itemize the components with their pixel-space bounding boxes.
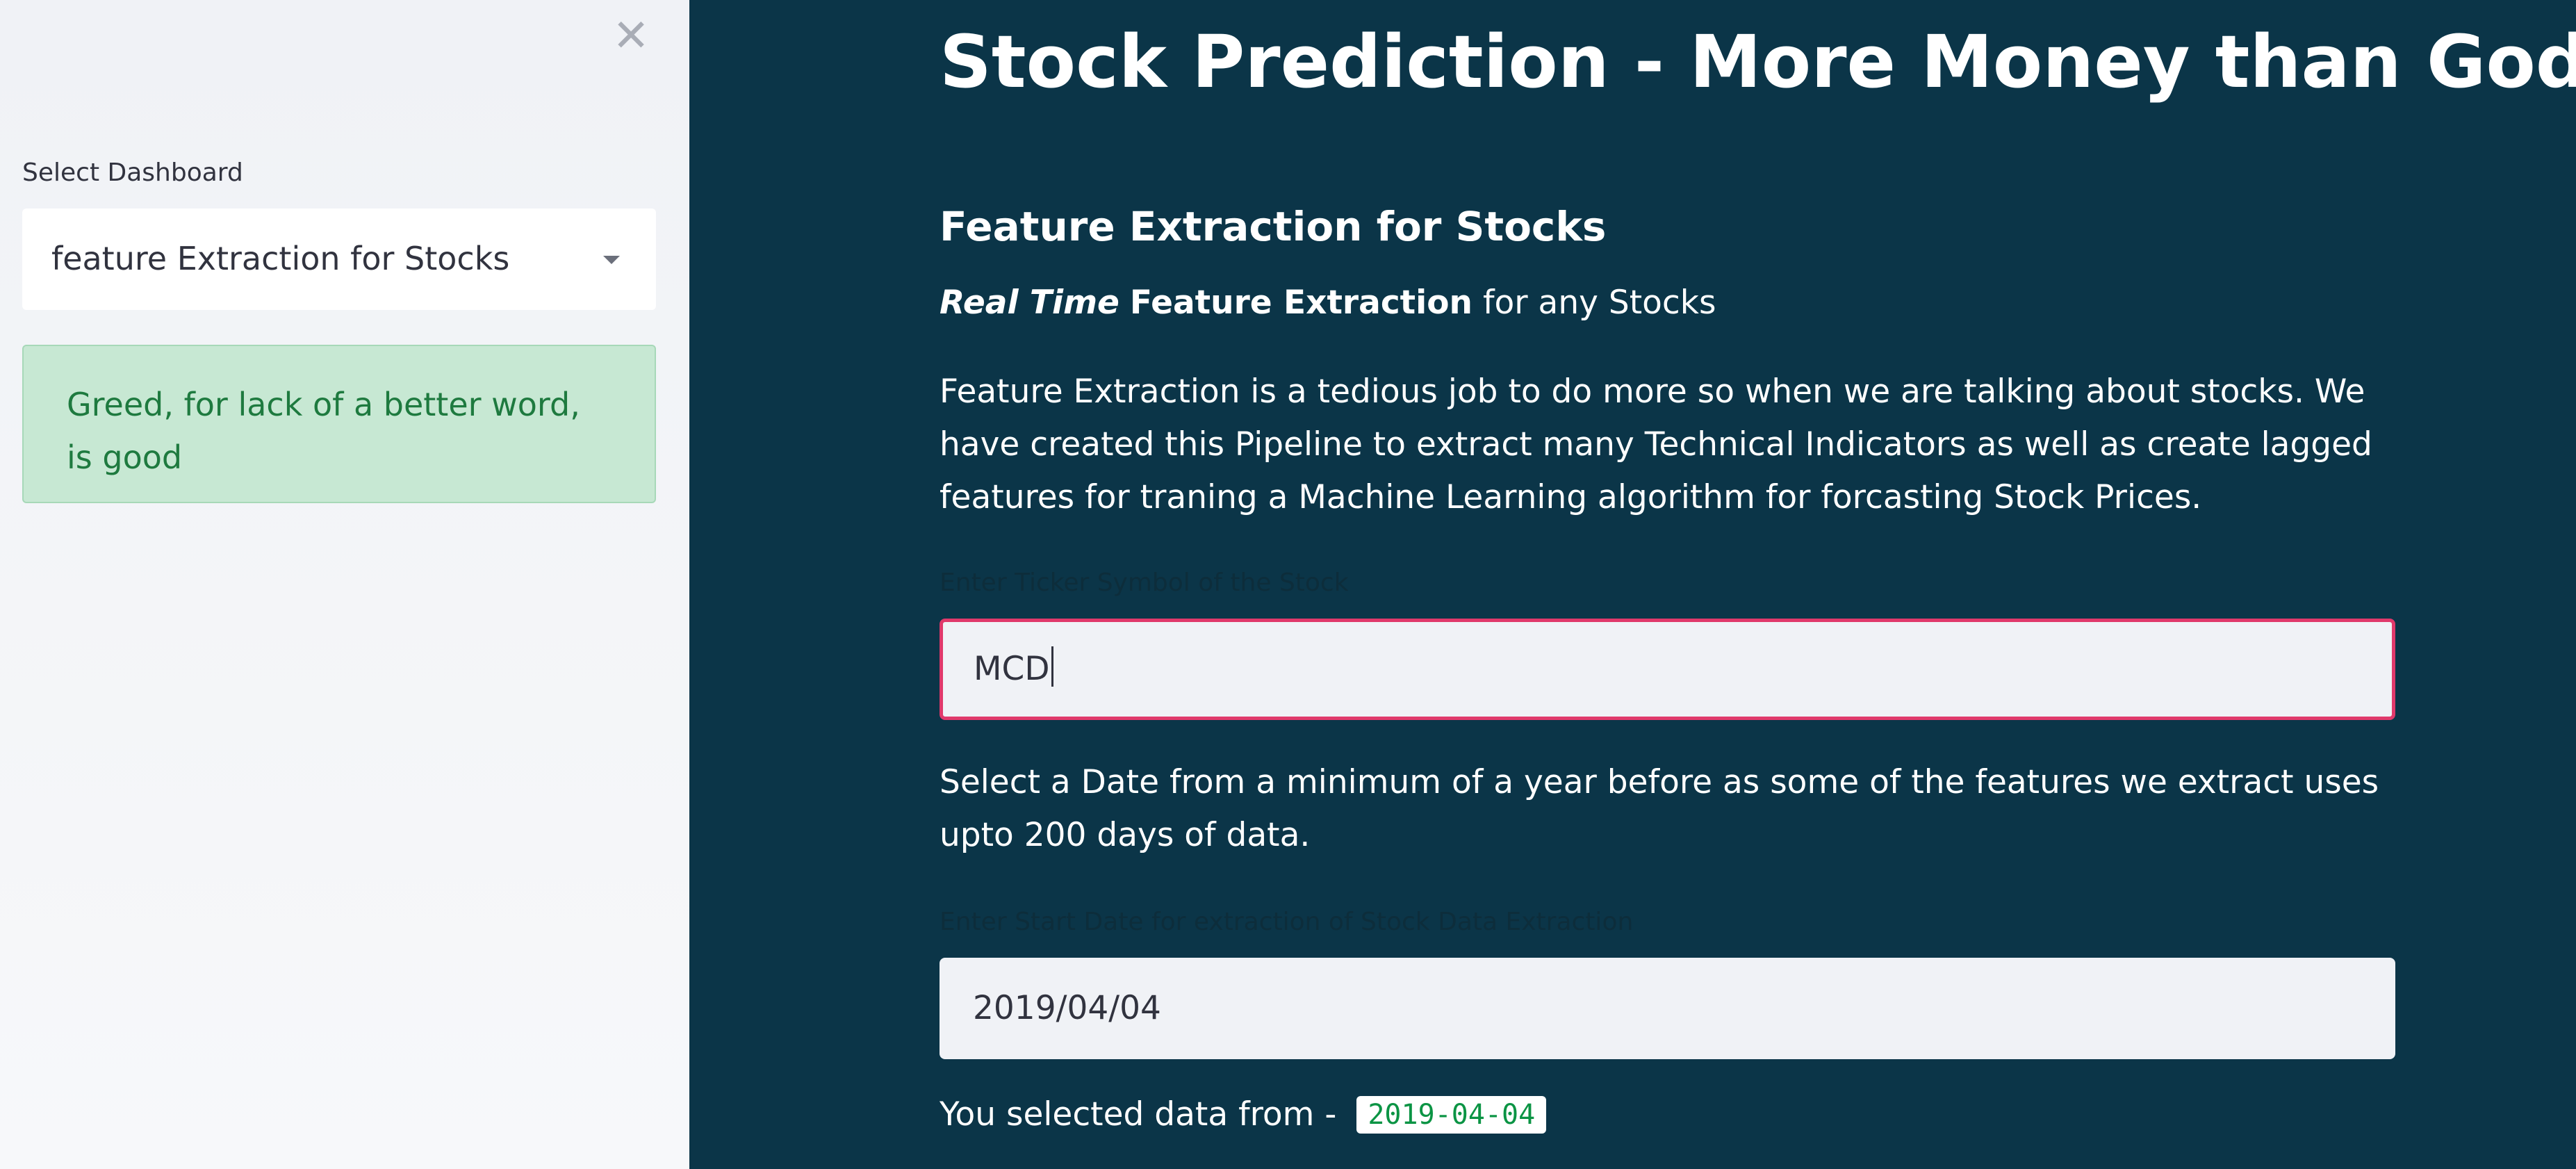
select-dashboard-label: Select Dashboard bbox=[22, 158, 243, 187]
app-window: ✕ Select Dashboard feature Extraction fo… bbox=[0, 0, 2576, 1169]
success-alert-text: Greed, for lack of a better word, is goo… bbox=[67, 386, 580, 476]
text-cursor bbox=[1051, 646, 1053, 687]
tagline-rest: for any Stocks bbox=[1482, 284, 1716, 322]
start-date-value: 2019/04/04 bbox=[973, 989, 1161, 1027]
page-title: Stock Prediction - More Money than God! bbox=[940, 19, 2576, 104]
close-icon[interactable]: ✕ bbox=[612, 14, 650, 58]
date-input-label: Enter Start Date for extraction of Stock… bbox=[940, 908, 1634, 936]
date-note: Select a Date from a minimum of a year b… bbox=[940, 763, 2379, 854]
tagline: Real Time Feature Extraction for any Sto… bbox=[940, 284, 1716, 322]
section-subheader: Feature Extraction for Stocks bbox=[940, 203, 1607, 250]
dashboard-select[interactable]: feature Extraction for Stocks bbox=[22, 209, 656, 310]
ticker-input[interactable]: MCD bbox=[940, 619, 2395, 720]
intro-paragraph: Feature Extraction is a tedious job to d… bbox=[940, 373, 2372, 516]
tagline-feature-extraction: Feature Extraction bbox=[1129, 284, 1473, 322]
success-alert: Greed, for lack of a better word, is goo… bbox=[22, 345, 656, 503]
start-date-input[interactable]: 2019/04/04 bbox=[940, 958, 2395, 1059]
dashboard-select-value: feature Extraction for Stocks bbox=[51, 240, 510, 277]
ticker-input-label: Enter Ticker Symbol of the Stock bbox=[940, 569, 1349, 597]
sidebar: ✕ Select Dashboard feature Extraction fo… bbox=[0, 0, 689, 1169]
selected-date-line: You selected data from - 2019-04-04 bbox=[940, 1095, 1547, 1135]
selected-date-prefix: You selected data from - bbox=[940, 1095, 1337, 1134]
selected-date-code: 2019-04-04 bbox=[1356, 1096, 1547, 1134]
tagline-realtime: Real Time bbox=[940, 284, 1119, 322]
chevron-down-icon bbox=[603, 256, 620, 264]
ticker-input-value: MCD bbox=[974, 650, 1050, 688]
